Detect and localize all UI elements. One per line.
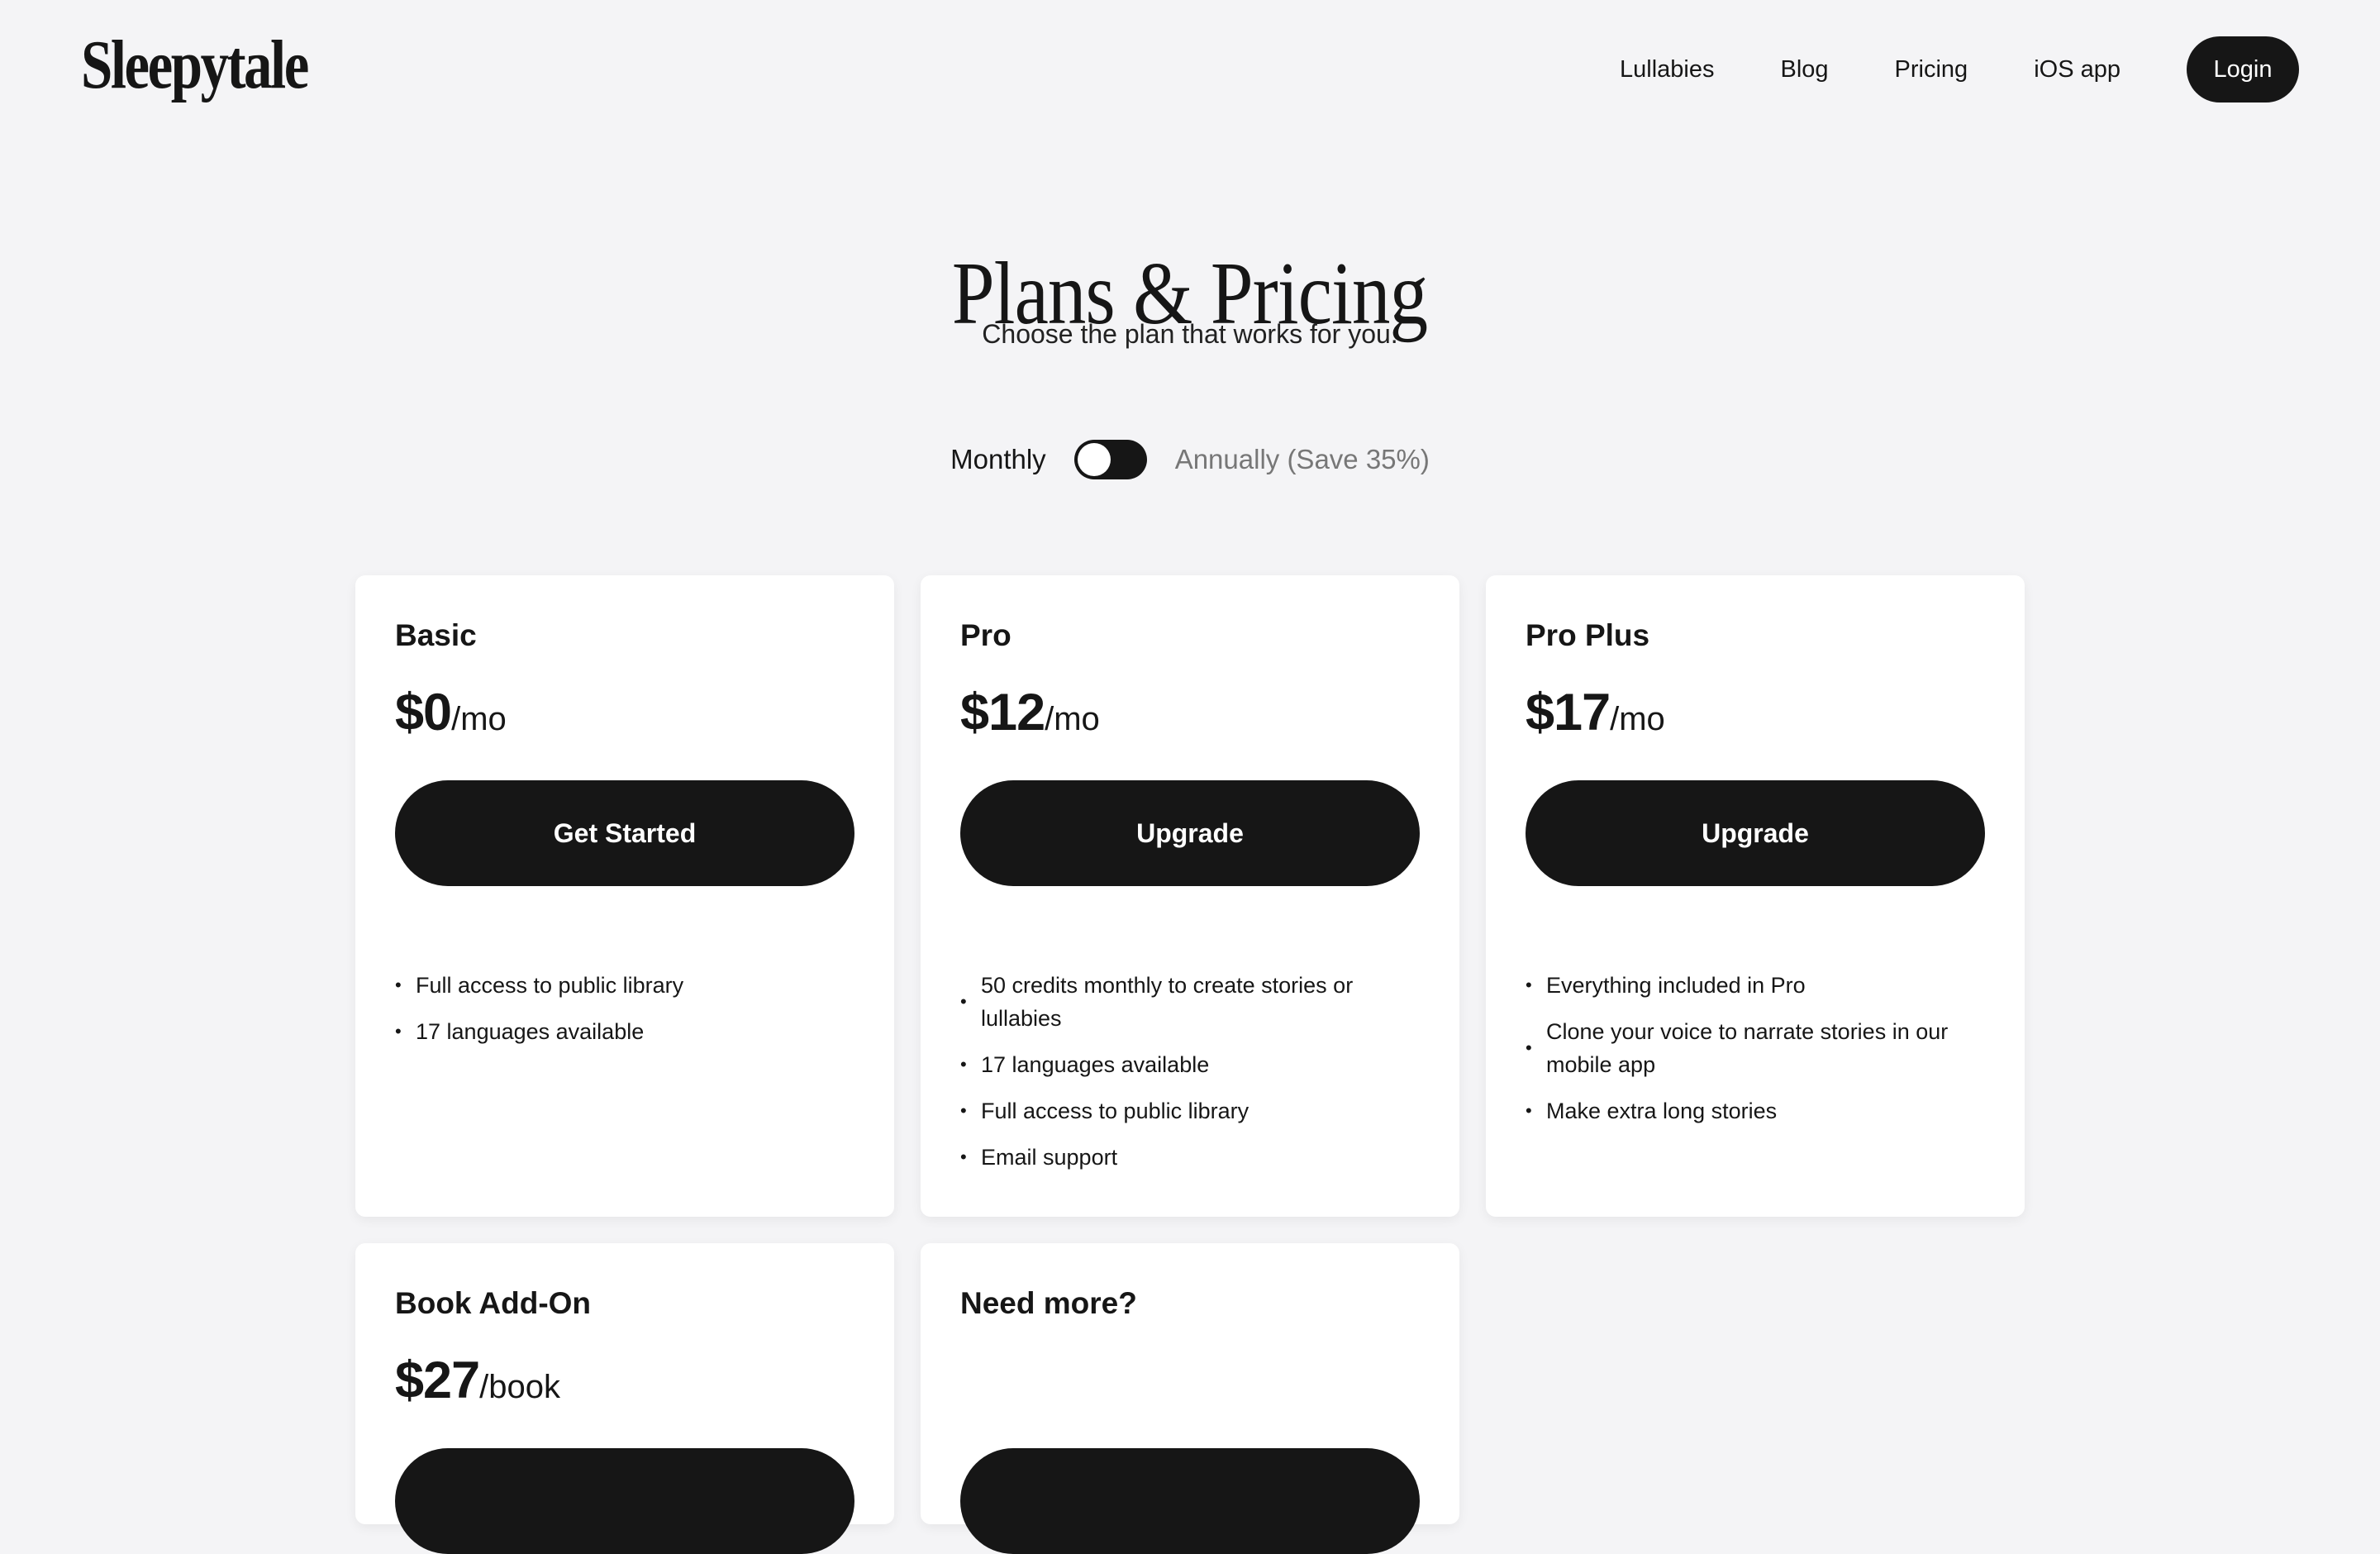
price-amount: $17: [1526, 684, 1611, 741]
plan-price: $12/mo: [960, 683, 1100, 742]
price-amount: $12: [960, 684, 1045, 741]
feature-text: Full access to public library: [416, 973, 684, 998]
feature-list: • Everything included in Pro • Clone your …: [1526, 969, 1988, 1141]
plan-card-need-more: Need more?: [921, 1243, 1459, 1554]
nav-link-blog[interactable]: Blog: [1781, 56, 1829, 83]
feature-item: • Make extra long stories: [1526, 1094, 1988, 1127]
feature-item: • Email support: [960, 1141, 1423, 1174]
price-amount: $27: [395, 1351, 480, 1409]
billing-toggle-row: Monthly Annually (Save 35%): [0, 440, 2380, 479]
plan-name: Need more?: [960, 1286, 1137, 1320]
login-button[interactable]: Login: [2187, 36, 2299, 102]
feature-item: • Everything included in Pro: [1526, 969, 1988, 1002]
price-period: /mo: [451, 701, 507, 737]
feature-text: Make extra long stories: [1546, 1099, 1778, 1123]
feature-text: Clone your voice to narrate stories in o…: [1546, 1019, 1949, 1077]
feature-list: • Full access to public library • 17 langu…: [395, 969, 858, 1061]
billing-toggle-switch[interactable]: [1073, 440, 1147, 479]
feature-text: Email support: [981, 1145, 1118, 1170]
upgrade-pro-plus-button[interactable]: Upgrade: [1526, 780, 1985, 886]
nav-link-pricing[interactable]: Pricing: [1895, 56, 1968, 83]
feature-item: • Clone your voice to narrate stories in …: [1526, 1015, 1988, 1081]
bullet-icon: •: [1526, 1100, 1532, 1121]
toggle-knob: [1077, 443, 1111, 476]
billing-annually-label[interactable]: Annually (Save 35%): [1175, 444, 1430, 475]
plan-price: $27/book: [395, 1351, 560, 1410]
feature-item: • Full access to public library: [395, 969, 858, 1002]
feature-text: 17 languages available: [416, 1019, 645, 1044]
plan-card-book-add-on: Book Add-On $27/book: [355, 1243, 894, 1554]
bullet-icon: •: [395, 975, 402, 995]
get-started-button[interactable]: Get Started: [395, 780, 854, 886]
plan-card-pro: Pro $12/mo Upgrade • 50 credits monthly t…: [921, 575, 1459, 1217]
top-nav: Lullabies Blog Pricing iOS app Login: [1620, 36, 2299, 102]
need-more-button[interactable]: [960, 1448, 1420, 1554]
nav-link-ios-app[interactable]: iOS app: [2034, 56, 2121, 83]
feature-text: 17 languages available: [981, 1052, 1210, 1077]
plan-price: $0/mo: [395, 683, 507, 742]
bullet-icon: •: [1526, 1037, 1532, 1058]
nav-link-lullabies[interactable]: Lullabies: [1620, 56, 1714, 83]
feature-text: Everything included in Pro: [1546, 973, 1806, 998]
plan-name: Pro: [960, 618, 1011, 652]
bullet-icon: •: [960, 1054, 967, 1075]
plan-name: Pro Plus: [1526, 618, 1650, 652]
plan-card-basic: Basic $0/mo Get Started • Full access to …: [355, 575, 894, 1217]
book-add-on-button[interactable]: [395, 1448, 854, 1554]
bullet-icon: •: [395, 1021, 402, 1042]
bullet-icon: •: [960, 991, 967, 1012]
feature-text: Full access to public library: [981, 1099, 1250, 1123]
feature-item: • 17 languages available: [960, 1048, 1423, 1081]
plan-price: $17/mo: [1526, 683, 1665, 742]
bullet-icon: •: [1526, 975, 1532, 995]
billing-monthly-label[interactable]: Monthly: [950, 444, 1046, 475]
feature-text: 50 credits monthly to create stories or …: [981, 973, 1354, 1031]
feature-item: • 17 languages available: [395, 1015, 858, 1048]
price-amount: $0: [395, 684, 452, 741]
price-period: /mo: [1045, 701, 1100, 737]
page-subtitle: Choose the plan that works for you.: [982, 319, 1398, 349]
plan-name: Basic: [395, 618, 477, 652]
feature-item: • 50 credits monthly to create stories or…: [960, 969, 1423, 1035]
plan-card-pro-plus: Pro Plus $17/mo Upgrade • Everything incl…: [1486, 575, 2025, 1217]
bullet-icon: •: [960, 1100, 967, 1121]
price-period: /mo: [1610, 701, 1665, 737]
bullet-icon: •: [960, 1146, 967, 1167]
upgrade-pro-button[interactable]: Upgrade: [960, 780, 1420, 886]
plan-name: Book Add-On: [395, 1286, 592, 1320]
price-period: /book: [479, 1369, 560, 1405]
feature-list: • 50 credits monthly to create stories or…: [960, 969, 1423, 1187]
logo[interactable]: Sleepytale: [81, 25, 309, 105]
feature-item: • Full access to public library: [960, 1094, 1423, 1127]
